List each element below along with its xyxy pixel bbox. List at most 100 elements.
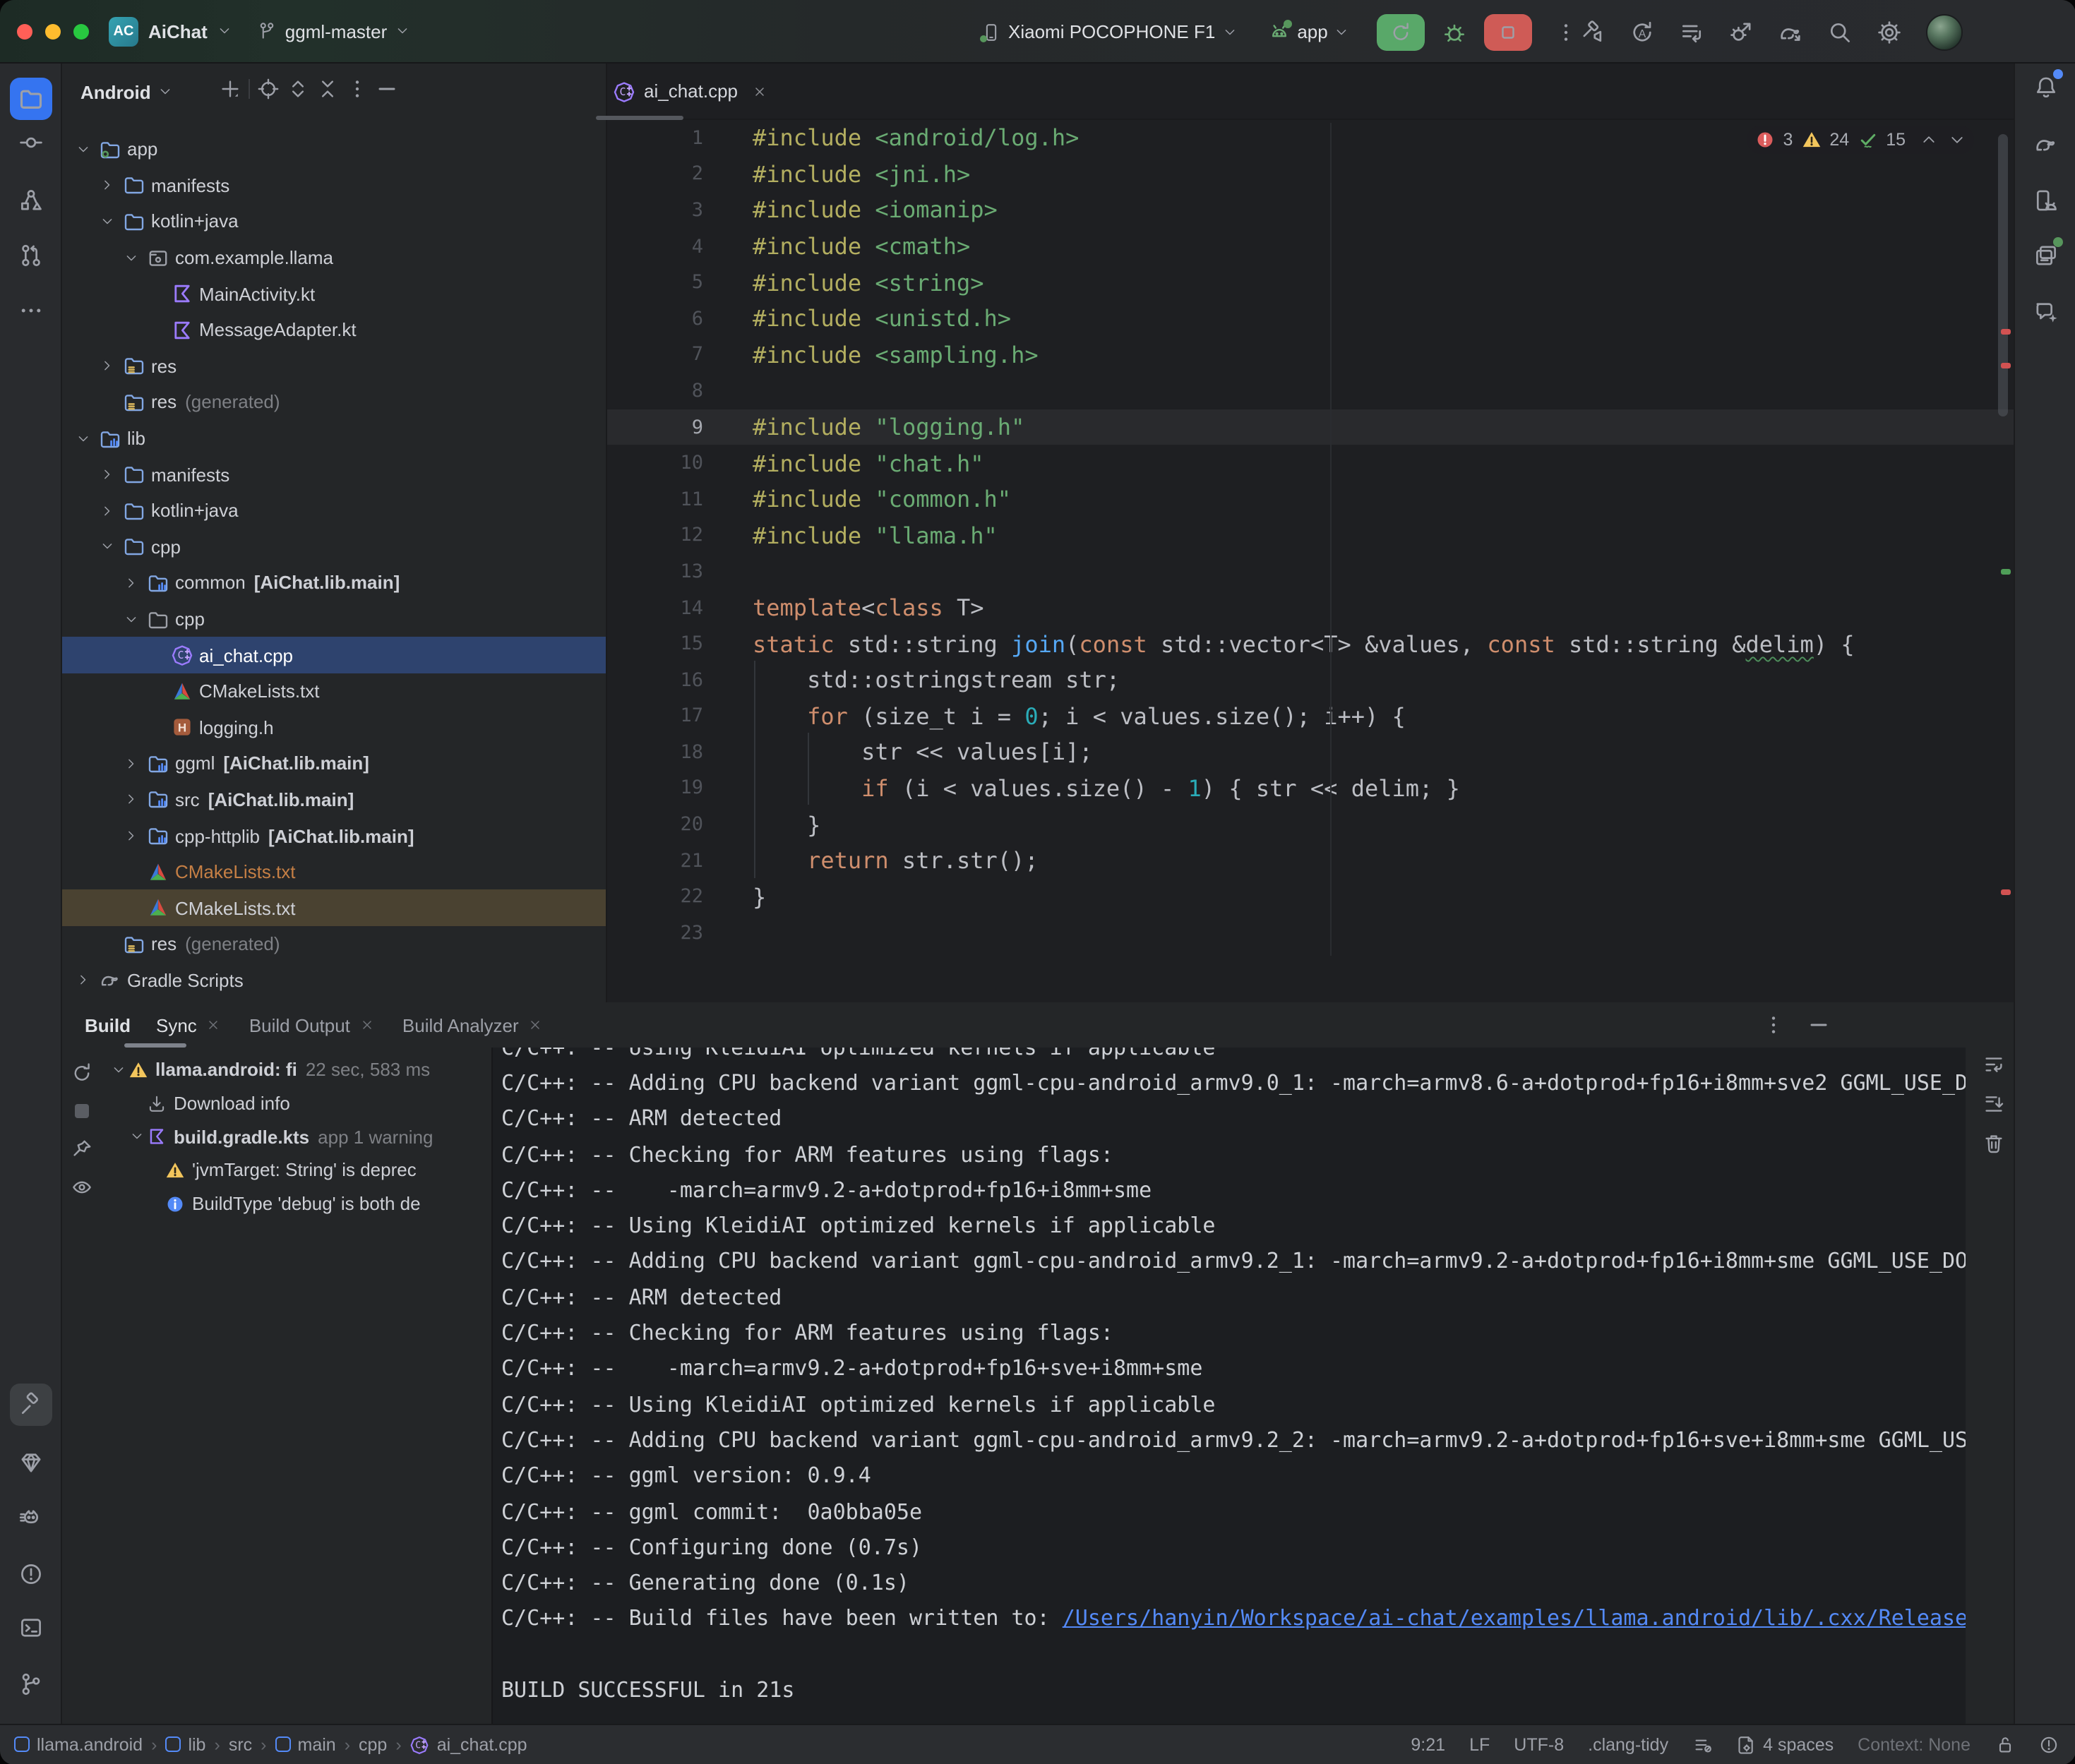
line-number[interactable]: 12 (607, 524, 703, 547)
breadcrumb-ai-chat-cpp[interactable]: Cai_chat.cpp (410, 1735, 527, 1755)
line-number[interactable]: 16 (607, 668, 703, 691)
app-quality-insights-button[interactable] (10, 1441, 52, 1484)
error-stripe-mark[interactable] (2001, 889, 2011, 895)
chevron-right-icon[interactable] (124, 829, 141, 843)
line-number[interactable]: 15 (607, 632, 703, 655)
project-tree-item-app[interactable]: app (62, 131, 606, 167)
build-options-icon[interactable] (1762, 1014, 1785, 1036)
pull-requests-tool-button[interactable] (10, 234, 52, 277)
debug-icon[interactable] (1442, 19, 1468, 44)
project-tree-item-src[interactable]: src[AiChat.lib.main] (62, 781, 606, 817)
code-line-14[interactable]: 14template<class T> (607, 589, 2014, 625)
breadcrumb-lib[interactable]: lib (165, 1735, 205, 1755)
project-tree-item-cpp-httplib[interactable]: cpp-httplib[AiChat.lib.main] (62, 818, 606, 854)
rerun-app-button[interactable] (1377, 13, 1425, 50)
code-line-10[interactable]: 10#include "chat.h" (607, 445, 2014, 481)
project-tree-item-lib[interactable]: lib (62, 421, 606, 457)
project-tree-item-kotlin-java[interactable]: kotlin+java (62, 493, 606, 529)
zoom-window-button[interactable] (73, 23, 89, 39)
project-tree-item-logging-h[interactable]: Hlogging.h (62, 709, 606, 745)
line-number[interactable]: 22 (607, 886, 703, 908)
scroll-to-end-icon[interactable] (1983, 1093, 2005, 1115)
code-line-18[interactable]: 18 str << values[i]; (607, 734, 2014, 770)
code-line-2[interactable]: 2#include <jni.h> (607, 156, 2014, 192)
code-line-5[interactable]: 5#include <string> (607, 265, 2014, 301)
recent-changes-icon[interactable] (1678, 19, 1704, 44)
line-number[interactable]: 8 (607, 380, 703, 402)
code-line-17[interactable]: 17 for (size_t i = 0; i < values.size();… (607, 698, 2014, 734)
more-run-options-icon[interactable] (1555, 20, 1578, 43)
line-number[interactable]: 23 (607, 922, 703, 944)
code-line-16[interactable]: 16 std::ostringstream str; (607, 662, 2014, 698)
line-number[interactable]: 20 (607, 813, 703, 836)
inspections-widget[interactable]: 3 24 15 (1746, 126, 1973, 154)
problems-tool-button[interactable] (10, 1553, 52, 1595)
chevron-down-icon[interactable] (76, 431, 93, 445)
encoding[interactable]: UTF-8 (1514, 1735, 1564, 1755)
line-number[interactable]: 1 (607, 127, 703, 150)
breadcrumb-src[interactable]: src (229, 1735, 252, 1755)
line-number[interactable]: 9 (607, 416, 703, 438)
gradle-sync-icon[interactable] (1777, 19, 1802, 44)
build-tree-item[interactable]: 'jvmTarget: String' is deprec (102, 1153, 491, 1187)
error-stripe-mark[interactable] (2001, 363, 2011, 368)
project-tree-item-com-example-llama[interactable]: com.example.llama (62, 240, 606, 276)
project-widget[interactable]: AC AiChat (109, 16, 232, 46)
line-ending[interactable]: LF (1469, 1735, 1490, 1755)
breadcrumb-llama-android[interactable]: llama.android (14, 1735, 143, 1755)
hide-panel-icon[interactable] (376, 78, 398, 100)
settings-icon[interactable] (1876, 19, 1901, 44)
pin-tab-button[interactable] (62, 1129, 102, 1168)
line-number[interactable]: 17 (607, 705, 703, 728)
code-line-22[interactable]: 22} (607, 879, 2014, 915)
locate-file-icon[interactable] (257, 78, 280, 100)
chevron-right-icon[interactable] (100, 467, 117, 481)
project-tree-item-manifests[interactable]: manifests (62, 457, 606, 493)
project-tree-item-manifests[interactable]: manifests (62, 167, 606, 203)
project-tool-button[interactable] (10, 78, 52, 120)
commit-tool-button[interactable] (10, 121, 52, 164)
hide-build-panel-icon[interactable] (1807, 1014, 1830, 1036)
chevron-right-icon[interactable] (124, 576, 141, 590)
project-options-icon[interactable] (346, 78, 369, 100)
stop-sync-button[interactable] (62, 1091, 102, 1129)
build-tree-item[interactable]: BuildType 'debug' is both de (102, 1187, 491, 1220)
line-number[interactable]: 4 (607, 235, 703, 258)
project-tree-item-cmakelists-txt[interactable]: CMakeLists.txt (62, 854, 606, 890)
terminal-tool-button[interactable] (10, 1607, 52, 1649)
code-line-20[interactable]: 20 } (607, 807, 2014, 843)
branch-widget[interactable]: ggml-master (257, 20, 410, 42)
chevron-right-icon[interactable] (100, 359, 117, 373)
notifications-button[interactable] (2025, 66, 2067, 109)
collapse-all-icon[interactable] (316, 78, 339, 100)
code-line-9[interactable]: 9#include "logging.h" (607, 409, 2014, 445)
device-manager-button[interactable] (2025, 179, 2067, 222)
rerun-sync-button[interactable] (62, 1053, 102, 1091)
version-control-tool-button[interactable] (10, 1663, 52, 1705)
breadcrumb-cpp[interactable]: cpp (359, 1735, 387, 1755)
close-tab-icon[interactable] (207, 1018, 221, 1032)
project-tree-item-res[interactable]: res(generated) (62, 926, 606, 962)
line-number[interactable]: 2 (607, 163, 703, 186)
project-tree-item-cpp[interactable]: cpp (62, 601, 606, 637)
project-tree-item-res[interactable]: res (62, 348, 606, 384)
code-line-7[interactable]: 7#include <sampling.h> (607, 337, 2014, 373)
code-line-11[interactable]: 11#include "common.h" (607, 481, 2014, 517)
code-line-13[interactable]: 13 (607, 553, 2014, 589)
code-line-21[interactable]: 21 return str.str(); (607, 843, 2014, 879)
line-number[interactable]: 13 (607, 560, 703, 583)
code-line-8[interactable]: 8 (607, 373, 2014, 409)
close-tab-icon[interactable] (360, 1018, 374, 1032)
chevron-right-icon[interactable] (124, 793, 141, 807)
user-avatar[interactable] (1925, 13, 1962, 50)
minimize-window-button[interactable] (45, 23, 61, 39)
attach-debugger-icon[interactable] (1728, 19, 1753, 44)
chevron-down-icon[interactable] (130, 1129, 147, 1144)
project-tree-item-ggml[interactable]: ggml[AiChat.lib.main] (62, 745, 606, 781)
line-number[interactable]: 18 (607, 741, 703, 764)
indent-config[interactable]: 4 spaces (1736, 1735, 1834, 1755)
clear-all-icon[interactable] (1983, 1132, 2005, 1155)
code-line-6[interactable]: 6#include <unistd.h> (607, 301, 2014, 337)
search-everywhere-icon[interactable] (1826, 19, 1852, 44)
error-stripe-mark[interactable] (2001, 329, 2011, 335)
